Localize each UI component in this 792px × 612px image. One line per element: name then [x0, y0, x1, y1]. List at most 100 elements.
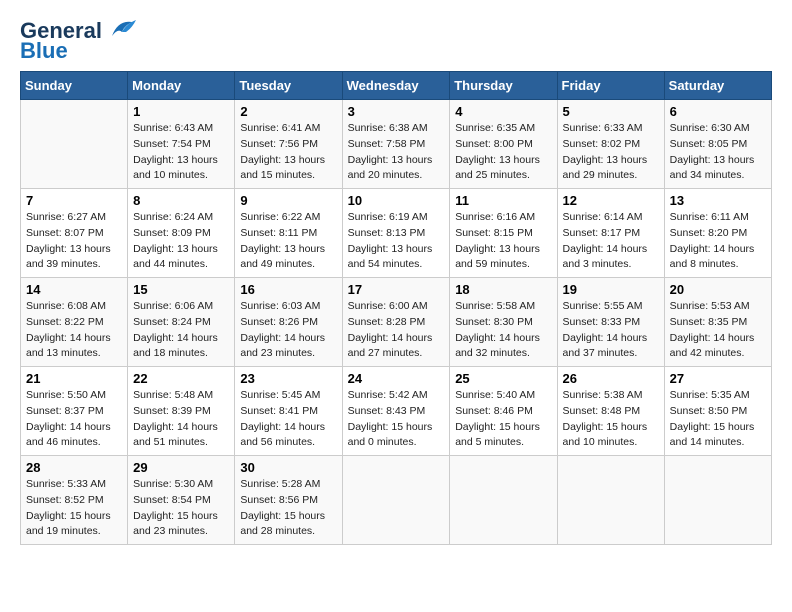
calendar-cell: 1 Sunrise: 6:43 AMSunset: 7:54 PMDaylight…	[128, 100, 235, 189]
day-detail: Sunrise: 5:53 AMSunset: 8:35 PMDaylight:…	[670, 299, 766, 362]
day-detail: Sunrise: 6:22 AMSunset: 8:11 PMDaylight:…	[240, 210, 336, 273]
calendar-cell: 27 Sunrise: 5:35 AMSunset: 8:50 PMDayligh…	[664, 367, 771, 456]
weekday-header: Saturday	[664, 72, 771, 100]
calendar-cell	[342, 456, 450, 545]
day-number: 14	[26, 282, 122, 297]
calendar-header-row: SundayMondayTuesdayWednesdayThursdayFrid…	[21, 72, 772, 100]
day-number: 22	[133, 371, 229, 386]
calendar-cell	[21, 100, 128, 189]
calendar-cell: 16 Sunrise: 6:03 AMSunset: 8:26 PMDayligh…	[235, 278, 342, 367]
calendar-cell: 22 Sunrise: 5:48 AMSunset: 8:39 PMDayligh…	[128, 367, 235, 456]
day-detail: Sunrise: 5:48 AMSunset: 8:39 PMDaylight:…	[133, 388, 229, 451]
day-detail: Sunrise: 6:03 AMSunset: 8:26 PMDaylight:…	[240, 299, 336, 362]
day-detail: Sunrise: 5:30 AMSunset: 8:54 PMDaylight:…	[133, 477, 229, 540]
day-number: 15	[133, 282, 229, 297]
day-number: 16	[240, 282, 336, 297]
logo: General Blue	[20, 20, 136, 63]
calendar-cell: 28 Sunrise: 5:33 AMSunset: 8:52 PMDayligh…	[21, 456, 128, 545]
calendar-week-row: 1 Sunrise: 6:43 AMSunset: 7:54 PMDaylight…	[21, 100, 772, 189]
day-number: 17	[348, 282, 445, 297]
day-number: 25	[455, 371, 551, 386]
weekday-header: Tuesday	[235, 72, 342, 100]
day-detail: Sunrise: 5:42 AMSunset: 8:43 PMDaylight:…	[348, 388, 445, 451]
day-detail: Sunrise: 5:38 AMSunset: 8:48 PMDaylight:…	[563, 388, 659, 451]
weekday-header: Wednesday	[342, 72, 450, 100]
calendar-cell: 2Sunrise: 6:41 AMSunset: 7:56 PMDaylight…	[235, 100, 342, 189]
day-detail: Sunrise: 6:19 AMSunset: 8:13 PMDaylight:…	[348, 210, 445, 273]
logo-blue-text: Blue	[20, 38, 68, 63]
day-number: 12	[563, 193, 659, 208]
calendar-cell: 29 Sunrise: 5:30 AMSunset: 8:54 PMDayligh…	[128, 456, 235, 545]
calendar-cell: 10Sunrise: 6:19 AMSunset: 8:13 PMDayligh…	[342, 189, 450, 278]
calendar-week-row: 7 Sunrise: 6:27 AMSunset: 8:07 PMDaylight…	[21, 189, 772, 278]
day-number: 2	[240, 104, 336, 119]
day-detail: Sunrise: 6:16 AMSunset: 8:15 PMDaylight:…	[455, 210, 551, 273]
logo-bird-icon	[104, 18, 136, 40]
calendar-cell	[664, 456, 771, 545]
calendar-cell: 7 Sunrise: 6:27 AMSunset: 8:07 PMDaylight…	[21, 189, 128, 278]
day-detail: Sunrise: 6:30 AMSunset: 8:05 PMDaylight:…	[670, 121, 766, 184]
day-detail: Sunrise: 6:33 AMSunset: 8:02 PMDaylight:…	[563, 121, 659, 184]
day-number: 11	[455, 193, 551, 208]
day-number: 6	[670, 104, 766, 119]
calendar-cell: 19 Sunrise: 5:55 AMSunset: 8:33 PMDayligh…	[557, 278, 664, 367]
day-number: 8	[133, 193, 229, 208]
calendar-week-row: 14 Sunrise: 6:08 AMSunset: 8:22 PMDayligh…	[21, 278, 772, 367]
day-detail: Sunrise: 6:38 AMSunset: 7:58 PMDaylight:…	[348, 121, 445, 184]
day-number: 27	[670, 371, 766, 386]
day-number: 4	[455, 104, 551, 119]
day-detail: Sunrise: 6:06 AMSunset: 8:24 PMDaylight:…	[133, 299, 229, 362]
calendar-cell: 25 Sunrise: 5:40 AMSunset: 8:46 PMDayligh…	[450, 367, 557, 456]
day-detail: Sunrise: 6:14 AMSunset: 8:17 PMDaylight:…	[563, 210, 659, 273]
day-number: 13	[670, 193, 766, 208]
day-detail: Sunrise: 6:00 AMSunset: 8:28 PMDaylight:…	[348, 299, 445, 362]
calendar-cell: 21Sunrise: 5:50 AMSunset: 8:37 PMDayligh…	[21, 367, 128, 456]
day-detail: Sunrise: 5:28 AMSunset: 8:56 PMDaylight:…	[240, 477, 336, 540]
day-detail: Sunrise: 6:11 AMSunset: 8:20 PMDaylight:…	[670, 210, 766, 273]
day-number: 23	[240, 371, 336, 386]
calendar-body: 1 Sunrise: 6:43 AMSunset: 7:54 PMDaylight…	[21, 100, 772, 545]
day-detail: Sunrise: 6:27 AMSunset: 8:07 PMDaylight:…	[26, 210, 122, 273]
day-number: 28	[26, 460, 122, 475]
day-number: 7	[26, 193, 122, 208]
day-detail: Sunrise: 6:24 AMSunset: 8:09 PMDaylight:…	[133, 210, 229, 273]
weekday-header: Thursday	[450, 72, 557, 100]
weekday-header: Friday	[557, 72, 664, 100]
calendar-cell: 24Sunrise: 5:42 AMSunset: 8:43 PMDayligh…	[342, 367, 450, 456]
calendar-cell: 11 Sunrise: 6:16 AMSunset: 8:15 PMDayligh…	[450, 189, 557, 278]
day-number: 9	[240, 193, 336, 208]
calendar-cell: 14 Sunrise: 6:08 AMSunset: 8:22 PMDayligh…	[21, 278, 128, 367]
calendar-cell: 18Sunrise: 5:58 AMSunset: 8:30 PMDayligh…	[450, 278, 557, 367]
day-detail: Sunrise: 5:40 AMSunset: 8:46 PMDaylight:…	[455, 388, 551, 451]
day-detail: Sunrise: 6:08 AMSunset: 8:22 PMDaylight:…	[26, 299, 122, 362]
day-number: 1	[133, 104, 229, 119]
calendar-cell: 26 Sunrise: 5:38 AMSunset: 8:48 PMDayligh…	[557, 367, 664, 456]
day-detail: Sunrise: 5:45 AMSunset: 8:41 PMDaylight:…	[240, 388, 336, 451]
calendar-cell: 30Sunrise: 5:28 AMSunset: 8:56 PMDayligh…	[235, 456, 342, 545]
weekday-header: Sunday	[21, 72, 128, 100]
calendar-cell: 13 Sunrise: 6:11 AMSunset: 8:20 PMDayligh…	[664, 189, 771, 278]
day-number: 3	[348, 104, 445, 119]
calendar-cell: 23 Sunrise: 5:45 AMSunset: 8:41 PMDayligh…	[235, 367, 342, 456]
calendar-cell: 15 Sunrise: 6:06 AMSunset: 8:24 PMDayligh…	[128, 278, 235, 367]
calendar-cell: 17 Sunrise: 6:00 AMSunset: 8:28 PMDayligh…	[342, 278, 450, 367]
calendar-cell: 12 Sunrise: 6:14 AMSunset: 8:17 PMDayligh…	[557, 189, 664, 278]
calendar-table: SundayMondayTuesdayWednesdayThursdayFrid…	[20, 71, 772, 545]
day-number: 29	[133, 460, 229, 475]
calendar-week-row: 28 Sunrise: 5:33 AMSunset: 8:52 PMDayligh…	[21, 456, 772, 545]
calendar-cell: 3 Sunrise: 6:38 AMSunset: 7:58 PMDaylight…	[342, 100, 450, 189]
calendar-cell	[557, 456, 664, 545]
day-detail: Sunrise: 5:50 AMSunset: 8:37 PMDaylight:…	[26, 388, 122, 451]
calendar-cell: 5Sunrise: 6:33 AMSunset: 8:02 PMDaylight…	[557, 100, 664, 189]
day-detail: Sunrise: 5:58 AMSunset: 8:30 PMDaylight:…	[455, 299, 551, 362]
day-detail: Sunrise: 6:43 AMSunset: 7:54 PMDaylight:…	[133, 121, 229, 184]
day-detail: Sunrise: 5:33 AMSunset: 8:52 PMDaylight:…	[26, 477, 122, 540]
calendar-cell	[450, 456, 557, 545]
day-detail: Sunrise: 6:35 AMSunset: 8:00 PMDaylight:…	[455, 121, 551, 184]
day-number: 26	[563, 371, 659, 386]
day-detail: Sunrise: 5:55 AMSunset: 8:33 PMDaylight:…	[563, 299, 659, 362]
day-detail: Sunrise: 5:35 AMSunset: 8:50 PMDaylight:…	[670, 388, 766, 451]
day-number: 19	[563, 282, 659, 297]
calendar-week-row: 21Sunrise: 5:50 AMSunset: 8:37 PMDayligh…	[21, 367, 772, 456]
weekday-header: Monday	[128, 72, 235, 100]
